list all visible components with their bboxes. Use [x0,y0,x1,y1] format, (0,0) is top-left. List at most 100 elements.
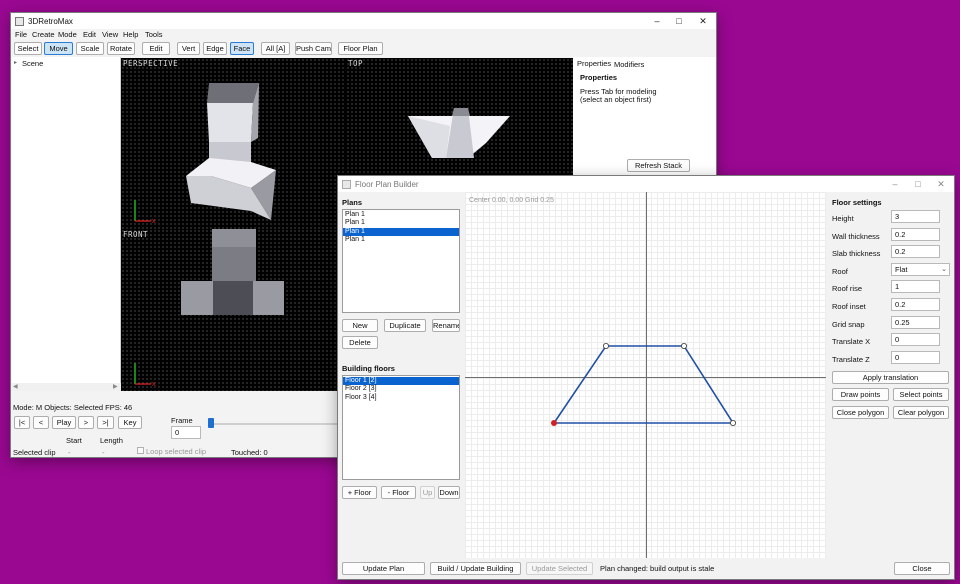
start-value: - [68,448,71,457]
perspective-axis-gizmo: x [134,200,156,225]
draw-points-button[interactable]: Draw points [832,388,889,401]
menu-bar: File Create Mode Edit View Help Tools [11,29,716,40]
delete-plan-button[interactable]: Delete [342,336,378,349]
minimize-icon[interactable]: – [648,15,666,27]
tab-modifiers[interactable]: Modifiers [614,60,644,69]
plan-item[interactable]: Plan 1 [343,211,459,219]
app-icon [15,17,24,26]
roof-inset-input[interactable]: 0.2 [891,298,940,311]
front-axis-gizmo: x [134,363,156,388]
roof-rise-input[interactable]: 1 [891,280,940,293]
update-selected-button[interactable]: Update Selected [526,562,593,575]
plans-list[interactable]: Plan 1 Plan 1 Plan 1 Plan 1 [342,209,460,313]
slab-thickness-input[interactable]: 0.2 [891,245,940,258]
wall-thickness-input[interactable]: 0.2 [891,228,940,241]
frame-input[interactable]: 0 [171,426,201,439]
height-input[interactable]: 3 [891,210,940,223]
vert-button[interactable]: Vert [177,42,200,55]
rename-plan-button[interactable]: Rename [432,319,460,332]
roof-select-value: Flat [895,265,908,274]
selected-clip-label: Selected clip [13,448,56,457]
scene-tree[interactable]: ▸ Scene ◀ ▶ [12,57,121,391]
maximize-icon[interactable]: □ [670,15,688,27]
menu-tools[interactable]: Tools [145,30,163,39]
remove-floor-button[interactable]: - Floor [381,486,416,499]
timeline-last-button[interactable]: >| [97,416,114,429]
floor-plan-button[interactable]: Floor Plan [338,42,383,55]
duplicate-plan-button[interactable]: Duplicate [384,319,426,332]
floor-down-button[interactable]: Down [438,486,460,499]
close-icon[interactable]: ✕ [694,15,712,27]
roof-inset-label: Roof inset [832,302,866,311]
perspective-viewport[interactable]: PERSPECTIVE x [121,58,346,229]
new-plan-button[interactable]: New [342,319,378,332]
plan-item-selected[interactable]: Plan 1 [343,227,459,236]
clear-polygon-button[interactable]: Clear polygon [893,406,949,419]
floor-item[interactable]: Floor 3 [4] [343,394,459,402]
timeline-slider-handle[interactable] [208,418,214,428]
length-value: - [102,448,105,457]
floors-heading: Building floors [342,364,395,373]
add-floor-button[interactable]: + Floor [342,486,377,499]
translate-x-input[interactable]: 0 [891,333,940,346]
edit-button[interactable]: Edit [142,42,170,55]
scroll-left-icon[interactable]: ◀ [13,383,18,390]
select-points-button[interactable]: Select points [893,388,949,401]
timeline-play-button[interactable]: Play [52,416,76,429]
menu-create[interactable]: Create [32,30,55,39]
floors-list[interactable]: Floor 1 [2] Floor 2 [3] Floor 3 [4] [342,375,460,480]
close-polygon-button[interactable]: Close polygon [832,406,889,419]
floor-item[interactable]: Floor 2 [3] [343,385,459,393]
select-button[interactable]: Select [14,42,42,55]
properties-panel: Properties Modifiers Properties Press Ta… [573,57,716,177]
build-update-building-button[interactable]: Build / Update Building [430,562,521,575]
plans-heading: Plans [342,198,363,207]
loop-checkbox[interactable] [137,447,144,454]
menu-help[interactable]: Help [123,30,138,39]
grid-snap-input[interactable]: 0.25 [891,316,940,329]
timeline-prev-button[interactable]: < [33,416,49,429]
plan-item[interactable]: Plan 1 [343,219,459,227]
timeline-key-button[interactable]: Key [118,416,142,429]
front-viewport[interactable]: FRONT x [121,229,346,391]
timeline-next-button[interactable]: > [78,416,94,429]
translate-z-label: Translate Z [832,355,870,364]
fp-minimize-icon[interactable]: – [886,178,904,190]
main-titlebar[interactable]: 3DRetroMax – □ ✕ [11,13,716,29]
plan-item[interactable]: Plan 1 [343,236,459,244]
floor-item-selected[interactable]: Floor 1 [2] [343,377,459,386]
scale-button[interactable]: Scale [76,42,104,55]
floor-plan-title: Floor Plan Builder [355,180,419,189]
edge-button[interactable]: Edge [203,42,227,55]
roof-select[interactable]: Flat ⌄ [891,263,950,276]
update-plan-button[interactable]: Update Plan [342,562,425,575]
scene-root-item[interactable]: Scene [22,59,43,68]
face-button[interactable]: Face [230,42,254,55]
floor-plan-canvas[interactable]: Center 0.00, 0.00 Grid 0.25 [465,192,826,558]
floor-plan-titlebar[interactable]: Floor Plan Builder – □ ✕ [338,176,954,192]
move-button[interactable]: Move [44,42,73,55]
scroll-right-icon[interactable]: ▶ [113,383,118,390]
tree-expand-icon[interactable]: ▸ [14,59,17,66]
timeline-first-button[interactable]: |< [14,416,30,429]
rotate-button[interactable]: Rotate [107,42,135,55]
close-button[interactable]: Close [894,562,950,575]
apply-translation-button[interactable]: Apply translation [832,371,949,384]
menu-view[interactable]: View [102,30,118,39]
tab-properties[interactable]: Properties [577,59,611,68]
menu-edit[interactable]: Edit [83,30,96,39]
roof-label: Roof [832,267,848,276]
refresh-stack-button[interactable]: Refresh Stack [627,159,690,172]
push-cam-button[interactable]: Push Cam [295,42,332,55]
menu-mode[interactable]: Mode [58,30,77,39]
translate-z-input[interactable]: 0 [891,351,940,364]
floor-polygon[interactable] [465,192,826,558]
fp-maximize-icon[interactable]: □ [909,178,927,190]
wall-thickness-label: Wall thickness [832,232,880,241]
floor-up-button[interactable]: Up [420,486,435,499]
menu-file[interactable]: File [15,30,27,39]
timeline-track[interactable] [208,423,338,425]
fp-close-icon[interactable]: ✕ [932,178,950,190]
select-all-button[interactable]: All [A] [261,42,290,55]
tree-hscrollbar[interactable]: ◀ ▶ [12,383,121,391]
